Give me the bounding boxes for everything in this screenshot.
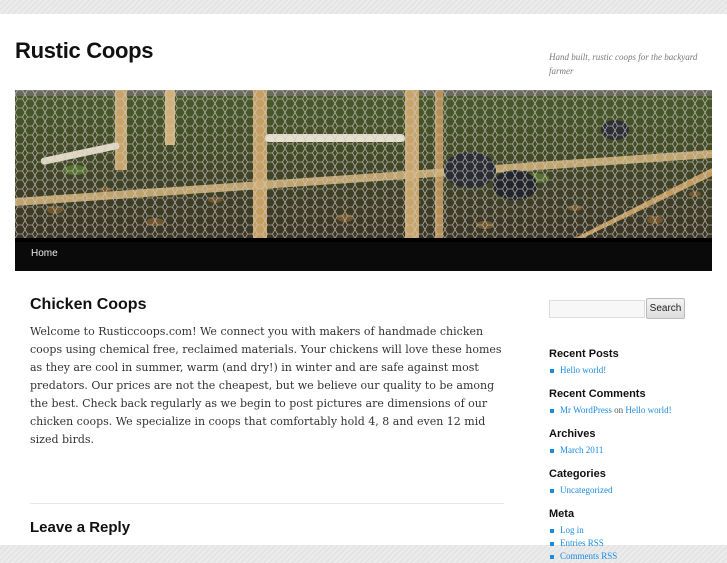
widget-recent-comments: Recent Comments Mr WordPress on Hello wo… bbox=[549, 388, 719, 417]
comments-rss-link[interactable]: Comments RSS bbox=[560, 551, 617, 561]
archive-link[interactable]: March 2011 bbox=[560, 445, 603, 455]
list-item: Uncategorized bbox=[549, 484, 719, 497]
list-item: Log in bbox=[549, 524, 719, 537]
list-item: Comments RSS bbox=[549, 550, 719, 563]
widget-archives: Archives March 2011 bbox=[549, 428, 719, 457]
entries-rss-link[interactable]: Entries RSS bbox=[560, 538, 604, 548]
comment-post-link[interactable]: Hello world! bbox=[625, 405, 671, 415]
widget-recent-posts: Recent Posts Hello world! bbox=[549, 348, 719, 377]
list-item: Hello world! bbox=[549, 364, 719, 377]
widget-meta: Meta Log in Entries RSS Comments RSS bbox=[549, 508, 719, 563]
leave-reply-heading: Leave a Reply bbox=[30, 519, 131, 536]
post-title[interactable]: Chicken Coops bbox=[30, 296, 505, 314]
list-item: Mr WordPress on Hello world! bbox=[549, 404, 719, 417]
site-title[interactable]: Rustic Coops bbox=[15, 38, 153, 64]
header-banner-image bbox=[15, 90, 712, 238]
post-content: Chicken Coops Welcome to Rusticcoops.com… bbox=[30, 296, 505, 449]
login-link[interactable]: Log in bbox=[560, 525, 584, 535]
comment-on-text: on bbox=[614, 405, 624, 415]
search-button[interactable]: Search bbox=[646, 298, 685, 319]
list-item: Entries RSS bbox=[549, 537, 719, 550]
nav-home-link[interactable]: Home bbox=[31, 248, 58, 259]
widget-title: Meta bbox=[549, 508, 575, 520]
post-body: Welcome to Rusticcoops.com! We connect y… bbox=[30, 325, 502, 446]
recent-post-link[interactable]: Hello world! bbox=[560, 365, 606, 375]
separator bbox=[30, 503, 504, 504]
widget-title: Archives bbox=[549, 428, 596, 440]
widget-title: Recent Posts bbox=[549, 348, 619, 360]
comment-author-link[interactable]: Mr WordPress bbox=[560, 405, 612, 415]
site-description: Hand built, rustic coops for the backyar… bbox=[549, 52, 698, 76]
widget-categories: Categories Uncategorized bbox=[549, 468, 719, 497]
widget-title: Categories bbox=[549, 468, 606, 480]
page: Rustic Coops Hand built, rustic coops fo… bbox=[0, 14, 727, 561]
main-navigation: Home bbox=[15, 238, 712, 271]
search-input[interactable] bbox=[549, 300, 645, 318]
list-item: March 2011 bbox=[549, 444, 719, 457]
category-link[interactable]: Uncategorized bbox=[560, 485, 612, 495]
widget-title: Recent Comments bbox=[549, 388, 646, 400]
